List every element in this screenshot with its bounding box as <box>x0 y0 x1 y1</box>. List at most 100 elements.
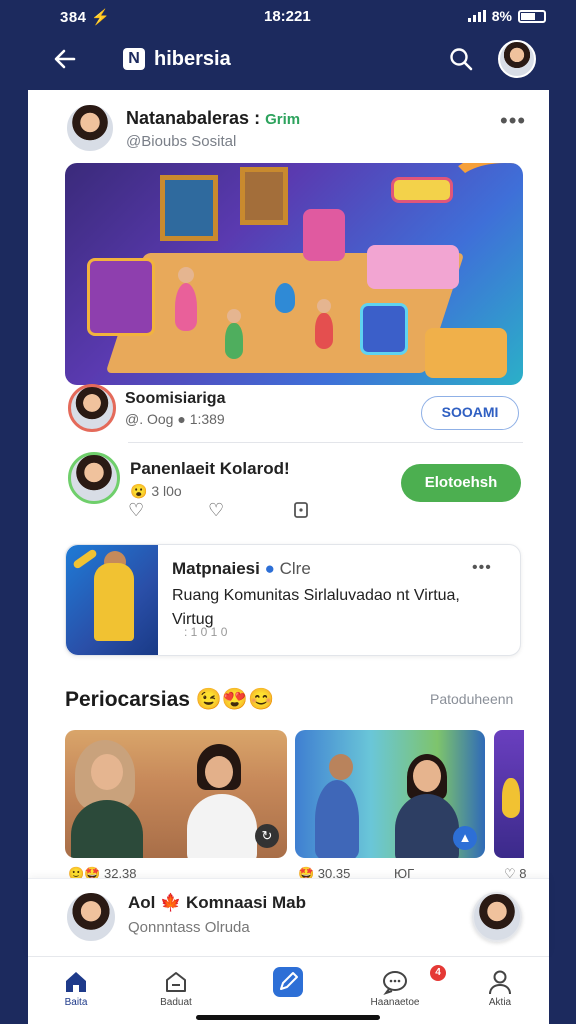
tab-profile[interactable]: Aktia <box>460 957 540 1017</box>
tab-label: Baduat <box>160 997 192 1008</box>
decor-frame <box>240 167 288 225</box>
featured-description-1: Ruang Komunitas Sirlaluvadao nt Virtua, <box>172 587 460 604</box>
decor-head <box>329 754 353 780</box>
decor-person <box>187 794 257 858</box>
community-title: Aol 🍁 Komnaasi Mab <box>128 893 306 912</box>
decor-head <box>413 760 441 792</box>
create-post-icon <box>273 967 303 997</box>
signal-icon <box>467 10 486 22</box>
app-logo-icon: N <box>123 48 145 70</box>
decor-head <box>227 309 241 323</box>
community-suggestion-card[interactable]: Aol 🍁 Komnaasi Mab Qonnntass Olruda <box>28 878 549 956</box>
home-icon <box>62 969 90 995</box>
decor-person <box>395 794 459 858</box>
decor-head <box>205 756 233 788</box>
decor-head <box>317 299 331 313</box>
community-join-avatar[interactable] <box>472 892 522 942</box>
post-more-icon[interactable]: ••• <box>500 108 526 134</box>
comment-primary-button[interactable]: Elotoehsh <box>401 464 521 502</box>
post-handle: @Bioubs Sosital <box>126 133 237 150</box>
inbox-icon <box>162 969 190 995</box>
comment-author-name[interactable]: Soomisiarigа <box>125 390 225 408</box>
status-time: 384 ⚡ <box>60 9 111 26</box>
search-icon[interactable] <box>448 46 474 72</box>
commenter-avatar[interactable] <box>68 452 120 504</box>
back-arrow-icon[interactable] <box>52 46 78 79</box>
decor-person <box>71 800 143 858</box>
commenter-avatar[interactable] <box>68 384 116 432</box>
post-hero-image[interactable] <box>65 163 523 385</box>
post-author[interactable]: Natanabaleras : Grim <box>126 108 300 129</box>
featured-more-icon[interactable]: ••• <box>472 559 492 577</box>
decor-person <box>175 283 197 331</box>
heart-icon[interactable]: ♡ <box>208 500 224 521</box>
status-bar: 384 ⚡ 18:221 8% <box>0 0 576 34</box>
home-indicator <box>196 1015 380 1020</box>
decor-arcade <box>87 258 155 336</box>
community-avatar[interactable] <box>65 891 117 943</box>
decor-arm <box>72 548 98 570</box>
feed-panel: Natanabaleras : Grim @Bioubs Sosital •••… <box>28 90 549 1024</box>
comment-action-button[interactable]: SOOAMI <box>421 396 519 430</box>
tab-label: Baita <box>64 997 88 1008</box>
gallery-photo[interactable]: ▲ <box>295 730 485 858</box>
featured-title-text: Matpnaiesi <box>172 559 260 578</box>
chat-icon <box>381 969 409 995</box>
decor-person <box>315 313 333 349</box>
post-author-tag: Grim <box>265 111 301 128</box>
decor-desk <box>425 328 507 378</box>
featured-title-tag: ● Clre <box>265 559 311 578</box>
user-badge-icon[interactable]: ▲ <box>453 826 477 850</box>
share-badge-icon[interactable]: ↻ <box>255 824 279 848</box>
bottom-tab-bar: Baita Baduat Haanaetoe 4 Aktia <box>28 956 549 1024</box>
gallery-photo-partial[interactable] <box>494 730 524 858</box>
decor-person <box>502 778 520 818</box>
featured-description-3: : 1 0 1 0 <box>184 625 228 639</box>
emoji-icon: 😮 <box>130 483 148 499</box>
decor-head <box>91 754 123 790</box>
tab-create[interactable] <box>248 957 328 1017</box>
decor-person <box>315 780 359 858</box>
decor-arc <box>445 163 523 223</box>
profile-avatar[interactable] <box>498 40 536 78</box>
divider <box>128 442 523 443</box>
decor-sign <box>391 177 453 203</box>
decor-figure <box>94 563 134 641</box>
bookmark-icon[interactable] <box>293 501 309 524</box>
decor-head <box>178 267 194 283</box>
decor-arc <box>65 163 155 213</box>
decor-arcade <box>303 209 345 261</box>
decor-booth <box>360 303 408 355</box>
tab-messages[interactable]: Haanaetoe <box>355 957 435 1017</box>
post-author-name: Natanabaleras : <box>126 108 261 128</box>
gallery-photo[interactable]: ↻ <box>65 730 287 858</box>
featured-title: Matpnaiesi ● Clre <box>172 559 311 579</box>
tab-home[interactable]: Baita <box>36 957 116 1017</box>
tab-label: Haanaetoe <box>370 997 420 1008</box>
section-title: Periocarsias 😉😍😊 <box>65 688 275 711</box>
user-icon <box>486 969 514 995</box>
like-heart-icon[interactable]: ♡ <box>128 500 144 521</box>
decor-frame <box>160 175 218 241</box>
author-avatar[interactable] <box>65 103 115 153</box>
comment-meta: @. Oog ● 1:389 <box>125 411 225 427</box>
status-icons: 8% <box>467 8 546 24</box>
notification-badge: 4 <box>430 965 446 981</box>
tab-label: Aktia <box>488 997 512 1008</box>
featured-thumbnail <box>66 545 158 655</box>
comment-reaction-count: 😮 3 l0o <box>130 483 182 500</box>
battery-icon <box>518 9 546 23</box>
battery-percent: 8% <box>491 8 512 24</box>
section-see-all-link[interactable]: Patoduheenn <box>430 691 513 707</box>
app-bar: N hibersia <box>28 34 549 90</box>
decor-person <box>225 323 243 359</box>
decor-person <box>275 283 295 313</box>
tab-explore[interactable]: Baduat <box>136 957 216 1017</box>
verified-icon: ● <box>264 559 275 578</box>
featured-community-card[interactable]: Matpnaiesi ● Clre ••• Ruang Komunitas Si… <box>65 544 521 656</box>
comment-author-name[interactable]: Panenlaeit Kolarod! <box>130 459 290 479</box>
status-center-time: 18:221 <box>264 8 311 25</box>
reaction-count-text: 3 l0o <box>151 483 182 499</box>
app-brand-name: hibersia <box>154 48 231 70</box>
decor-table <box>367 245 459 289</box>
